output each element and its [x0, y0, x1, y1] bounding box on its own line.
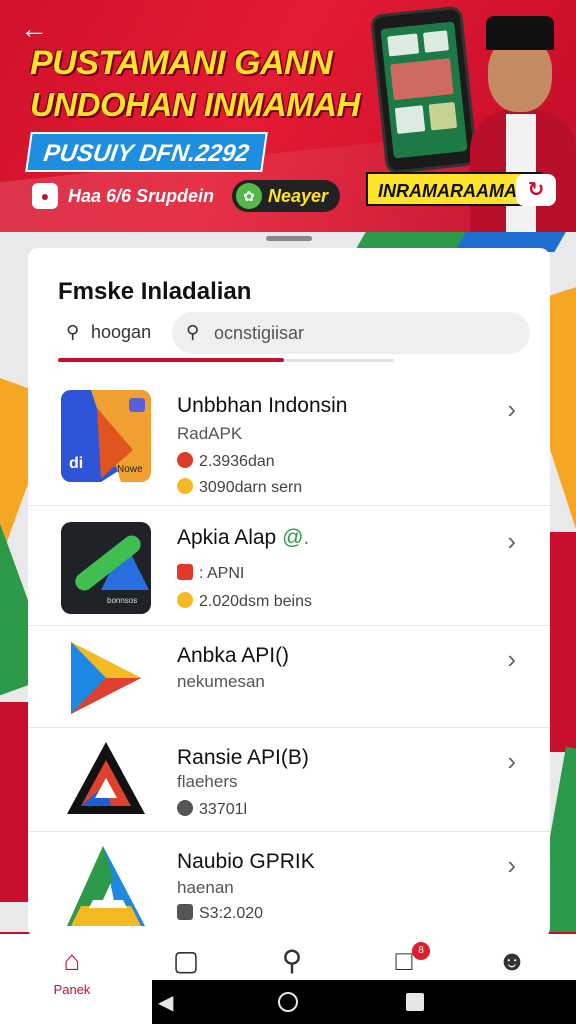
app-meta-1: 33701l: [177, 800, 247, 819]
banner-headline-2: UNDOHAN INMAMAH: [30, 86, 360, 123]
notification-badge: 8: [412, 942, 430, 960]
search-tab[interactable]: ⚲ hoogan: [66, 322, 151, 343]
app-thumbnail: bonnsos: [61, 522, 151, 614]
app-name: Unbbhan Indonsin: [177, 394, 348, 417]
app-name: Ransie API(B): [177, 746, 309, 769]
app-name: Anbka API(): [177, 644, 290, 667]
clock-icon: [177, 800, 193, 816]
app-subtitle: RadAPK: [177, 424, 243, 443]
lock-icon: [177, 904, 193, 920]
chevron-right-icon[interactable]: ›: [507, 746, 516, 777]
promo-banner[interactable]: ← PUSTAMANI GANN UNDOHAN INMAMAH PUSUIY …: [0, 0, 576, 232]
leaf-icon: ✿: [236, 183, 262, 209]
search-icon: ⚲: [66, 322, 80, 342]
system-recents-icon[interactable]: [406, 993, 424, 1011]
app-meta-2: 3090darn sern: [177, 478, 302, 497]
banner-chip-1[interactable]: ● Haa 6/6 Srupdein: [28, 180, 226, 212]
banner-chip-2-label: Neayer: [268, 186, 329, 206]
app-meta-1: : APNI: [177, 564, 244, 583]
back-arrow-icon[interactable]: ←: [20, 14, 50, 44]
list-item[interactable]: di Nowe Unbbhan Indonsin RadAPK 2.3936da…: [28, 374, 550, 506]
app-meta-1: 2.3936dan: [177, 452, 275, 471]
banner-chip-1-label: Haa 6/6 Srupdein: [68, 186, 215, 206]
nav-home-label: Panek: [53, 982, 91, 997]
list-item[interactable]: Naubio GPRIK haenan S3:2.020 ›: [28, 832, 550, 938]
app-subtitle: haenan: [177, 878, 234, 897]
list-item[interactable]: bonnsos Apkia Alap @. : APNI 2.020dsm be…: [28, 506, 550, 626]
app-thumbnail: [61, 840, 151, 932]
phone-illustration: [369, 5, 479, 175]
nav-search[interactable]: ⚲: [252, 944, 332, 978]
search-icon: ⚲: [186, 322, 200, 342]
app-thumbnail: [61, 632, 151, 724]
system-back-icon[interactable]: ◀: [158, 990, 173, 1015]
banner-headline-1: PUSTAMANI GANN: [30, 44, 333, 82]
app-subtitle: flaehers: [177, 772, 238, 791]
search-icon: ⚲: [281, 945, 303, 976]
search-field[interactable]: ⚲: [172, 312, 530, 354]
home-icon: ⌂: [63, 945, 81, 976]
camera-icon: [177, 564, 193, 580]
refresh-icon[interactable]: ↻: [516, 174, 556, 206]
nav-home[interactable]: ⌂ Panek: [32, 944, 112, 997]
svg-text:Nowe: Nowe: [117, 464, 143, 475]
app-thumbnail: di Nowe: [61, 390, 151, 482]
nav-notifications[interactable]: □ 8: [364, 942, 444, 978]
svg-text:di: di: [69, 455, 83, 472]
card-title: Fmske Inladalian: [58, 278, 252, 305]
tab-underline-active: [58, 358, 284, 362]
app-subtitle: nekumesan: [177, 672, 265, 691]
app-meta-1: S3:2.020: [177, 904, 263, 923]
drive-icon: [177, 478, 193, 494]
chevron-right-icon[interactable]: ›: [507, 526, 516, 557]
chevron-right-icon[interactable]: ›: [507, 850, 516, 881]
sheet-grabber[interactable]: [266, 236, 312, 241]
search-tab-label: hoogan: [91, 322, 152, 342]
person-icon: ☻: [497, 945, 527, 976]
nav-bag[interactable]: ▢: [146, 944, 226, 978]
notes-icon: □: [395, 945, 413, 976]
app-meta-2: 2.020dsm beins: [177, 592, 312, 611]
system-nav-bar: ◀: [152, 980, 576, 1024]
banner-chip-2[interactable]: ✿ Neayer: [232, 180, 341, 212]
bag-icon: ▢: [172, 945, 200, 976]
drive-icon: [177, 592, 193, 608]
nav-profile[interactable]: ☻: [472, 944, 552, 978]
promo-code-badge: PUSUIY DFN.2292: [25, 132, 268, 172]
list-item[interactable]: Anbka API() nekumesan ›: [28, 626, 550, 728]
location-icon: [177, 452, 193, 468]
chat-icon: ●: [32, 183, 58, 209]
app-thumbnail: [61, 734, 151, 826]
chevron-right-icon[interactable]: ›: [507, 394, 516, 425]
system-home-icon[interactable]: [278, 992, 298, 1012]
app-list-card: Fmske Inladalian ⚲ hoogan ⚲ di Nowe Unbb…: [28, 248, 550, 938]
app-list: di Nowe Unbbhan Indonsin RadAPK 2.3936da…: [28, 374, 550, 938]
app-name: Naubio GPRIK: [177, 850, 315, 873]
list-item[interactable]: Ransie API(B) flaehers 33701l ›: [28, 728, 550, 832]
search-input[interactable]: [214, 312, 514, 354]
app-name: Apkia Alap @.: [177, 526, 310, 549]
chevron-right-icon[interactable]: ›: [507, 644, 516, 675]
